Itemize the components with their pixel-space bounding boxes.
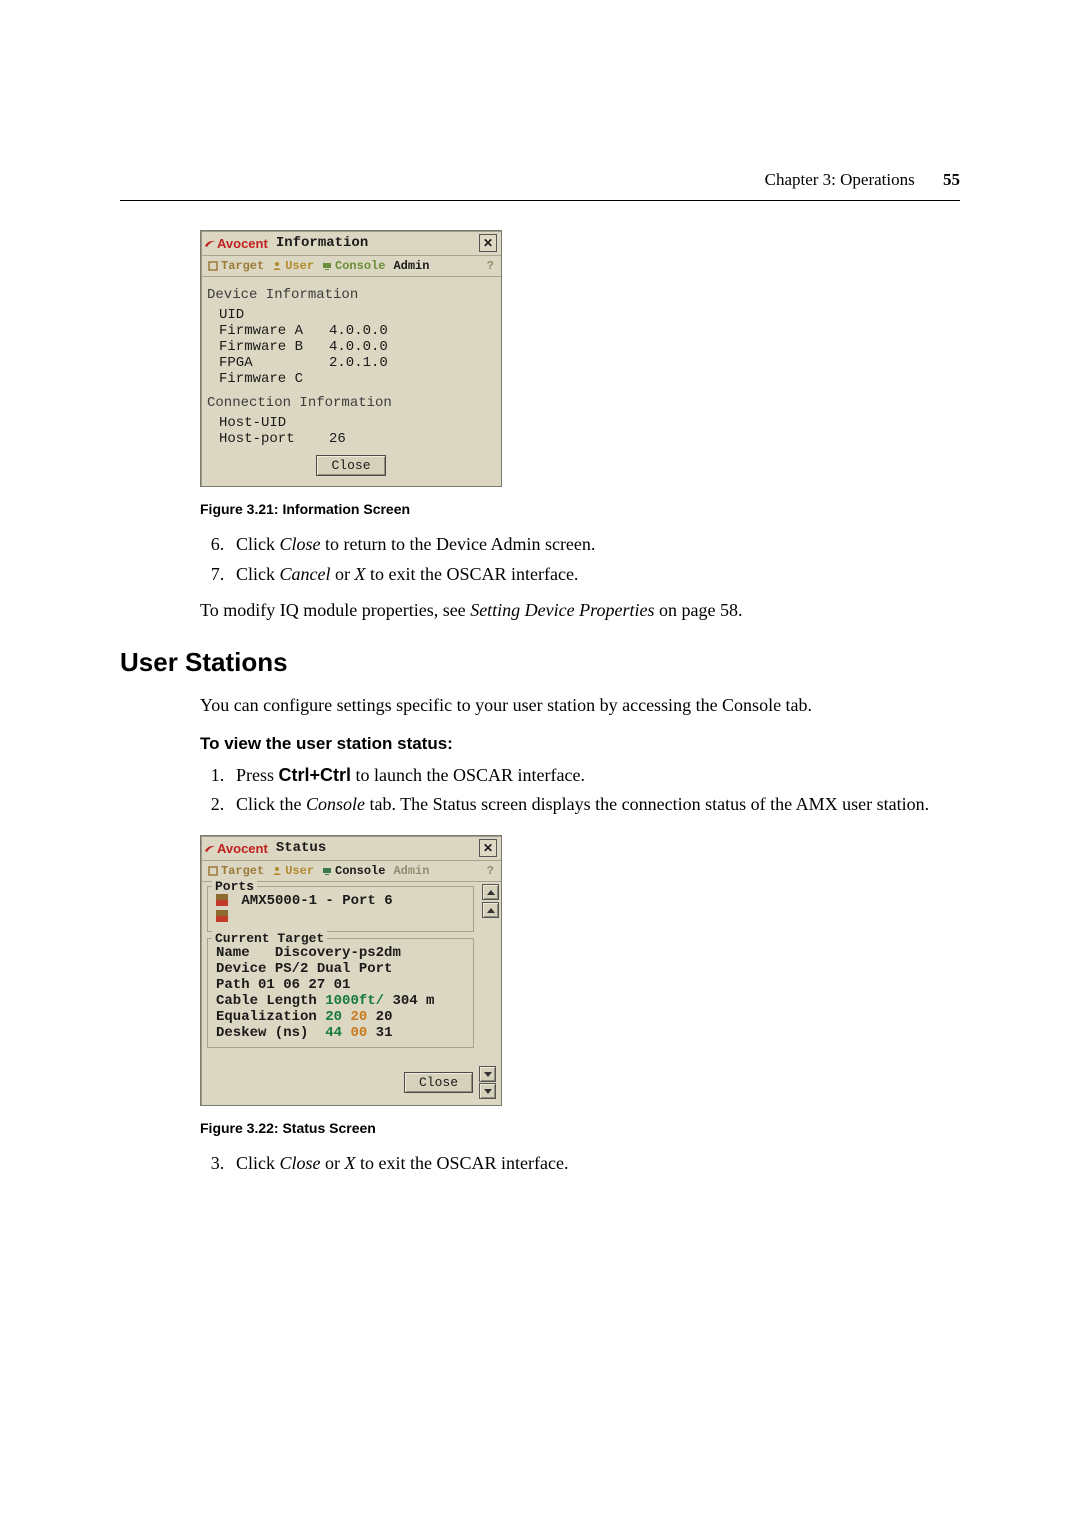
triangle-down-icon	[484, 1089, 492, 1094]
ct-path-row: Path 01 06 27 01	[216, 977, 465, 993]
tab-admin[interactable]: Admin	[390, 863, 432, 879]
information-dialog: Avocent Information ✕ Target User Consol…	[200, 230, 502, 487]
close-button[interactable]: Close	[404, 1072, 473, 1093]
tab-user-label: User	[285, 259, 314, 273]
avocent-logo: Avocent	[205, 236, 268, 251]
figure-3-22-caption: Figure 3.22: Status Screen	[200, 1120, 960, 1136]
swoosh-icon	[205, 843, 215, 853]
steps-after-fig1: Click Close to return to the Device Admi…	[200, 531, 960, 589]
scroll-top-button[interactable]	[482, 884, 499, 900]
modify-iq-line: To modify IQ module properties, see Sett…	[200, 597, 960, 625]
scroll-up-button[interactable]	[482, 902, 499, 918]
fpga-label: FPGA	[209, 355, 329, 371]
tab-admin-label: Admin	[393, 864, 429, 878]
current-target-box: Current Target Name Discovery-ps2dm Devi…	[207, 938, 474, 1048]
triangle-up-icon	[487, 890, 495, 895]
tab-help[interactable]: ?	[484, 258, 497, 274]
tab-target-label: Target	[221, 259, 264, 273]
status-title: Status	[268, 840, 479, 856]
ports-line: AMX5000-1 - Port 6	[241, 893, 392, 909]
tab-admin[interactable]: Admin	[390, 258, 432, 274]
port-status-icon	[216, 910, 228, 922]
info-tabs: Target User Console Admin ?	[201, 256, 501, 277]
status-dialog: Avocent Status ✕ Target User Console	[200, 835, 502, 1106]
scroll-bottom-button[interactable]	[479, 1083, 496, 1099]
info-panel: Device Information UID Firmware A4.0.0.0…	[201, 277, 501, 486]
status-titlebar: Avocent Status ✕	[201, 836, 501, 861]
tab-target[interactable]: Target	[205, 258, 267, 274]
steps-after-fig2: Click Close or X to exit the OSCAR inter…	[200, 1150, 960, 1178]
fwB-value: 4.0.0.0	[329, 339, 388, 355]
triangle-down-icon	[484, 1072, 492, 1077]
hostport-label: Host-port	[209, 431, 329, 447]
view-status-subhead: To view the user station status:	[200, 734, 960, 754]
tab-target[interactable]: Target	[205, 863, 267, 879]
ct-device-row: Device PS/2 Dual Port	[216, 961, 465, 977]
console-tab-icon	[322, 866, 332, 876]
ports-row: AMX5000-1 - Port 6	[216, 893, 465, 909]
current-target-legend: Current Target	[212, 931, 327, 946]
close-icon[interactable]: ✕	[479, 839, 497, 857]
ct-eq-row: Equalization 20 20 20	[216, 1009, 465, 1025]
target-tab-icon	[208, 261, 218, 271]
close-button[interactable]: Close	[316, 455, 385, 476]
header-rule	[120, 200, 960, 201]
tab-user-label: User	[285, 864, 314, 878]
step-7: Click Cancel or X to exit the OSCAR inte…	[229, 561, 960, 589]
fpga-value: 2.0.1.0	[329, 355, 388, 371]
figure-3-21-caption: Figure 3.21: Information Screen	[200, 501, 960, 517]
fwB-label: Firmware B	[209, 339, 329, 355]
close-icon[interactable]: ✕	[479, 234, 497, 252]
tab-help[interactable]: ?	[484, 863, 497, 879]
scroll-top-buttons	[480, 882, 501, 1062]
tab-target-label: Target	[221, 864, 264, 878]
target-tab-icon	[208, 866, 218, 876]
info-title: Information	[268, 235, 479, 251]
ct-name-row: Name Discovery-ps2dm	[216, 945, 465, 961]
tab-console[interactable]: Console	[319, 258, 388, 274]
conn-info-heading: Connection Information	[207, 395, 493, 411]
user-tab-icon	[272, 261, 282, 271]
ports-box: Ports AMX5000-1 - Port 6	[207, 886, 474, 932]
tab-console-label: Console	[335, 864, 385, 878]
user-stations-intro: You can configure settings specific to y…	[200, 692, 960, 720]
uid-label: UID	[209, 307, 329, 323]
scroll-down-button[interactable]	[479, 1066, 496, 1082]
device-info-heading: Device Information	[207, 287, 493, 303]
tab-user[interactable]: User	[269, 258, 317, 274]
chapter-label: Chapter 3: Operations	[765, 170, 915, 189]
avocent-logo: Avocent	[205, 841, 268, 856]
fwC-label: Firmware C	[209, 371, 329, 387]
hostport-value: 26	[329, 431, 346, 447]
step-2: Click the Console tab. The Status screen…	[229, 791, 960, 819]
swoosh-icon	[205, 238, 215, 248]
tab-console-label: Console	[335, 259, 385, 273]
step-6: Click Close to return to the Device Admi…	[229, 531, 960, 559]
tab-console[interactable]: Console	[319, 863, 388, 879]
brand-text: Avocent	[217, 841, 268, 856]
step-1: Press Ctrl+Ctrl to launch the OSCAR inte…	[229, 762, 960, 790]
hostuid-label: Host-UID	[209, 415, 329, 431]
console-tab-icon	[322, 261, 332, 271]
step-3: Click Close or X to exit the OSCAR inter…	[229, 1150, 960, 1178]
brand-text: Avocent	[217, 236, 268, 251]
info-titlebar: Avocent Information ✕	[201, 231, 501, 256]
triangle-up-icon	[487, 908, 495, 913]
tab-admin-label: Admin	[393, 259, 429, 273]
ports-legend: Ports	[212, 879, 257, 894]
fwA-label: Firmware A	[209, 323, 329, 339]
tab-user[interactable]: User	[269, 863, 317, 879]
running-head: Chapter 3: Operations 55	[765, 170, 960, 190]
steps-view-status: Press Ctrl+Ctrl to launch the OSCAR inte…	[200, 762, 960, 820]
port-status-icon	[216, 894, 228, 906]
ports-row-empty	[216, 909, 465, 925]
ct-cablelen-row: Cable Length 1000ft/ 304 m	[216, 993, 465, 1009]
fwA-value: 4.0.0.0	[329, 323, 388, 339]
user-tab-icon	[272, 866, 282, 876]
ct-deskew-row: Deskew (ns) 44 00 31	[216, 1025, 465, 1041]
page-number: 55	[943, 170, 960, 189]
user-stations-heading: User Stations	[120, 647, 960, 678]
